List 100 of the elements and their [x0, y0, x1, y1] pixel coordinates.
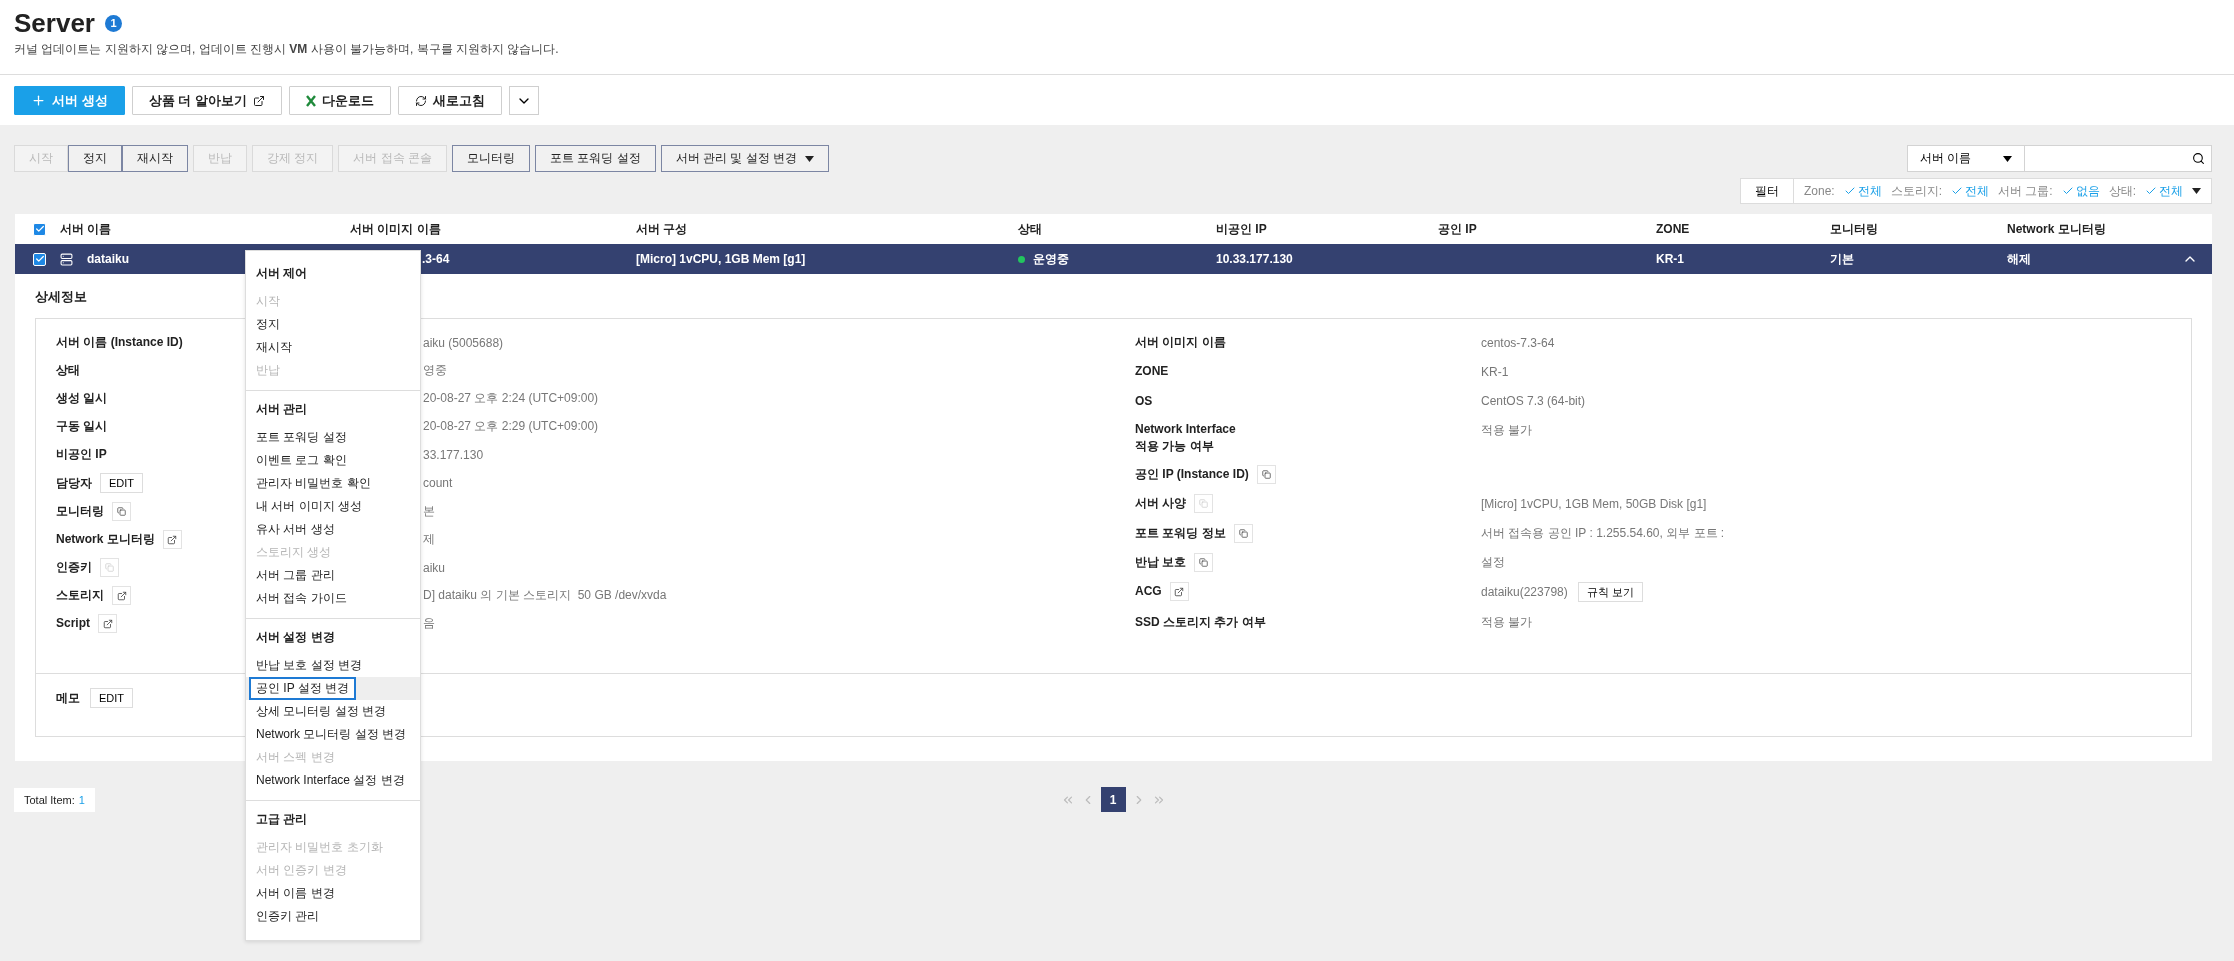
refresh-icon — [414, 94, 427, 107]
table-cell: dataiku — [87, 252, 129, 266]
edit-button[interactable]: EDIT — [90, 688, 134, 708]
check-icon — [1843, 185, 1856, 197]
row-checkbox[interactable] — [33, 252, 46, 266]
count-badge: 1 — [104, 14, 122, 32]
caret-icon — [2003, 155, 2012, 162]
menu-item[interactable]: 서버 이름 변경 — [246, 882, 420, 905]
table-cell-text: KR-1 — [1656, 252, 1685, 266]
menu-item[interactable]: 내 서버 이미지 생성 — [246, 495, 420, 518]
detail-label: 서버 사양 — [1135, 495, 1187, 513]
menu-item[interactable]: Network 모니터링 설정 변경 — [246, 723, 420, 746]
detail-value: dataiku(223798) — [1481, 585, 1568, 600]
caret-icon — [2192, 188, 2201, 194]
total-label: Total Item: — [24, 793, 75, 806]
filter-name: 서버 그룹: — [1998, 182, 2053, 200]
search-icon — [2191, 152, 2205, 165]
learn-more-button[interactable]: 상품 더 알아보기 — [131, 86, 282, 115]
copy-button[interactable] — [1233, 523, 1253, 543]
dropdown-button[interactable]: 서버 관리 및 설정 변경 — [660, 145, 830, 172]
table-cell: 운영중 — [1033, 250, 1069, 268]
menu-item[interactable]: 반납 보호 설정 변경 — [246, 654, 420, 677]
column-header: Network 모니터링 — [2007, 220, 2107, 238]
refresh-button[interactable]: 새로고침 — [397, 86, 502, 115]
external-link-icon — [167, 534, 178, 545]
menu-item[interactable]: 서버 그룹 관리 — [246, 564, 420, 587]
copy-icon — [117, 507, 126, 516]
menu-item[interactable]: 서버 접속 가이드 — [246, 587, 420, 610]
detail-label: 인증키 — [56, 559, 92, 576]
copy-button[interactable] — [1256, 465, 1276, 485]
column-header: 상태 — [1018, 220, 1043, 238]
menu-item[interactable]: 재시작 — [246, 336, 420, 359]
check-icon — [2145, 185, 2157, 197]
copy-button[interactable] — [1194, 553, 1214, 573]
filter-name: Zone: — [1803, 184, 1835, 198]
copy-icon — [105, 563, 114, 572]
detail-label: 담당자 — [56, 474, 92, 492]
detail-label: Script — [56, 615, 90, 632]
action-button[interactable]: 포트 포워딩 설정 — [535, 145, 656, 172]
check-icon — [1951, 185, 1963, 197]
action-button[interactable]: 정지 — [68, 145, 122, 172]
action-button[interactable]: 재시작 — [122, 145, 188, 172]
detail-value: 20-08-27 오후 2:24 (UTC+09:00) — [423, 390, 599, 407]
select-all-checkbox[interactable] — [33, 222, 46, 236]
detail-value: KR-1 — [1481, 364, 1509, 379]
copy-button[interactable] — [112, 502, 131, 521]
external-link-button[interactable] — [98, 614, 117, 633]
page-button[interactable]: 1 — [1100, 787, 1126, 812]
detail-label: 비공인 IP — [56, 446, 107, 463]
filter-name: 상태: — [2108, 182, 2136, 200]
external-link-icon — [116, 590, 127, 601]
menu-section-title: 서버 설정 변경 — [255, 629, 336, 646]
detail-value: 설정 — [1481, 554, 1505, 572]
external-link-icon — [252, 94, 265, 107]
menu-item[interactable]: Network Interface 설정 변경 — [246, 769, 420, 792]
external-link-button[interactable] — [1169, 582, 1189, 602]
detail-value: 영중 — [423, 362, 447, 379]
detail-value: 서버 접속용 공인 IP : 1.255.54.60, 외부 포트 : — [1481, 524, 1725, 542]
page-title: Server — [14, 8, 95, 38]
menu-item[interactable]: 관리자 비밀번호 확인 — [246, 472, 420, 495]
rules-button[interactable]: 규칙 보기 — [1577, 582, 1643, 603]
detail-value: 20-08-27 오후 2:29 (UTC+09:00) — [423, 418, 599, 435]
column-header: 서버 이름 — [60, 220, 112, 238]
detail-label: 서버 이미지 이름 — [1135, 334, 1226, 351]
table-cell-text: [Micro] 1vCPU, 1GB Mem [g1] — [636, 252, 807, 266]
copy-icon — [1199, 499, 1209, 509]
detail-label: SSD 스토리지 추가 여부 — [1135, 613, 1266, 631]
check-icon — [34, 224, 45, 234]
action-button[interactable]: 모니터링 — [452, 145, 530, 172]
detail-label: 모니터링 — [56, 503, 104, 520]
menu-item[interactable]: 포트 포워딩 설정 — [246, 426, 420, 449]
detail-value: 적용 불가 — [1481, 421, 1533, 439]
copy-icon — [1261, 470, 1271, 480]
total-count: 1 — [78, 793, 85, 806]
detail-label: ACG — [1135, 583, 1162, 601]
menu-item[interactable]: 유사 서버 생성 — [246, 518, 420, 541]
page-subtitle: 커널 업데이트는 지원하지 않으며, 업데이트 진행시 VM 사용이 불가능하며, 복구를 지원하지 않습니다. — [14, 41, 560, 58]
plus-icon — [31, 93, 46, 108]
menu-item[interactable]: 이벤트 로그 확인 — [246, 449, 420, 472]
external-link-button[interactable] — [112, 586, 131, 605]
detail-value: 제 — [423, 531, 435, 548]
external-link-icon — [102, 618, 113, 629]
search-field[interactable]: 서버 이름 — [1907, 145, 2212, 172]
menu-item[interactable]: 상세 모니터링 설정 변경 — [246, 700, 420, 723]
external-link-button[interactable] — [162, 530, 182, 549]
edit-button[interactable]: EDIT — [100, 473, 144, 493]
copy-icon — [1238, 528, 1248, 538]
copy-icon — [1199, 558, 1209, 568]
detail-value: centos-7.3-64 — [1481, 335, 1555, 350]
detail-label: Network Interface 적용 가능 여부 — [1135, 420, 1236, 455]
menu-item[interactable]: 정지 — [246, 313, 420, 336]
detail-value: aiku (5005688) — [423, 335, 504, 350]
detail-label: 생성 일시 — [56, 390, 108, 407]
download-button[interactable]: 다운로드 — [288, 86, 391, 115]
server-icon — [60, 252, 73, 266]
menu-item[interactable]: 공인 IP 설정 변경 — [246, 677, 420, 700]
detail-value: 적용 불가 — [1481, 613, 1533, 631]
menu-item[interactable]: 인증키 관리 — [246, 905, 420, 928]
column-header: 서버 구성 — [636, 220, 689, 238]
more-button[interactable] — [508, 86, 539, 115]
